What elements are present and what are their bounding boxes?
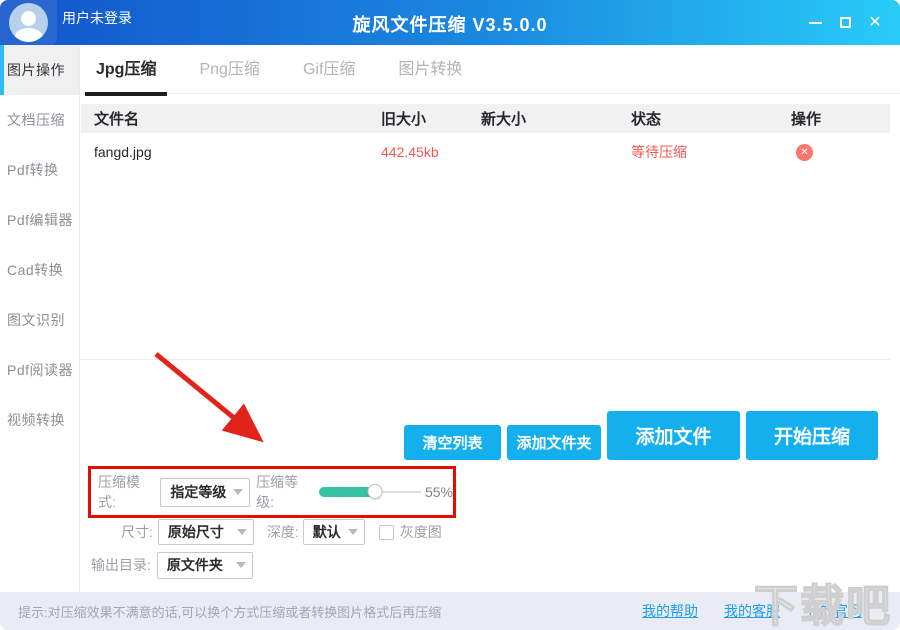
depth-label: 深度: — [267, 522, 299, 542]
compression-level-percent: 55% — [425, 484, 453, 500]
close-button[interactable]: ✕ — [860, 9, 890, 37]
output-dir-label: 输出目录: — [91, 555, 151, 575]
official-site-link[interactable]: 我的官网 — [806, 601, 862, 621]
annotation-highlight-box: 压缩模式: 指定等级 压缩等级: 55% — [88, 466, 456, 518]
output-dir-row: 输出目录: 原文件夹 — [88, 550, 253, 580]
chevron-down-icon — [348, 529, 358, 535]
status-tip: 提示:对压缩效果不满意的话,可以换个方式压缩或者转换图片格式后再压缩 — [18, 602, 441, 621]
minimize-button[interactable] — [800, 9, 830, 37]
compression-level-slider[interactable] — [319, 484, 421, 500]
help-link[interactable]: 我的帮助 — [642, 601, 698, 621]
sidebar-item-pdf-editor[interactable]: Pdf编辑器 — [0, 195, 79, 245]
customer-service-link[interactable]: 我的客服 — [724, 601, 780, 621]
sidebar-item-doc-compress[interactable]: 文档压缩 — [0, 95, 79, 145]
add-folder-button[interactable]: 添加文件夹 — [507, 425, 601, 460]
sidebar-item-pdf-reader[interactable]: Pdf阅读器 — [0, 345, 79, 395]
main-panel: Jpg压缩 Png压缩 Gif压缩 图片转换 文件名 旧大小 新大小 状态 操作… — [81, 45, 900, 592]
file-name: fangd.jpg — [81, 144, 381, 160]
column-header-old-size: 旧大小 — [381, 108, 481, 129]
depth-select[interactable]: 默认 — [303, 519, 365, 545]
minimize-icon — [809, 22, 822, 24]
sidebar-item-video-convert[interactable]: 视频转换 — [0, 395, 79, 445]
status-bar: 提示:对压缩效果不满意的话,可以换个方式压缩或者转换图片格式后再压缩 我的帮助 … — [0, 592, 900, 630]
table-empty-area — [81, 171, 890, 360]
window-title: 旋风文件压缩 V3.5.0.0 — [0, 11, 900, 37]
file-status: 等待压缩 — [631, 142, 791, 162]
size-label: 尺寸: — [121, 522, 153, 542]
status-links: 我的帮助 我的客服 我的官网 — [642, 601, 862, 621]
sidebar-item-label: 文档压缩 — [7, 110, 65, 130]
sidebar-item-ocr[interactable]: 图文识别 — [0, 295, 79, 345]
sidebar-item-label: Pdf阅读器 — [7, 360, 73, 380]
tab-image-convert[interactable]: 图片转换 — [393, 45, 467, 94]
add-file-button[interactable]: 添加文件 — [607, 411, 740, 460]
chevron-down-icon — [233, 489, 243, 495]
column-header-action: 操作 — [791, 108, 890, 129]
compression-mode-label: 压缩模式: — [98, 472, 155, 512]
tab-gif-compress[interactable]: Gif压缩 — [298, 45, 360, 94]
column-header-new-size: 新大小 — [481, 108, 631, 129]
file-table: 文件名 旧大小 新大小 状态 操作 fangd.jpg 442.45kb 等待压… — [81, 104, 890, 360]
maximize-button[interactable] — [830, 9, 860, 37]
depth-value: 默认 — [313, 522, 341, 542]
column-header-filename: 文件名 — [81, 108, 381, 129]
sidebar-item-label: Pdf编辑器 — [7, 210, 73, 230]
sidebar-item-label: Cad转换 — [7, 260, 63, 280]
sidebar-item-label: 图片操作 — [7, 60, 65, 80]
size-depth-row: 尺寸: 原始尺寸 深度: 默认 灰度图 — [88, 517, 442, 547]
compression-mode-select[interactable]: 指定等级 — [160, 478, 250, 507]
chevron-down-icon — [236, 562, 246, 568]
tab-jpg-compress[interactable]: Jpg压缩 — [91, 45, 161, 94]
grayscale-checkbox[interactable] — [379, 525, 394, 540]
table-row: fangd.jpg 442.45kb 等待压缩 ✕ — [81, 133, 890, 171]
delete-file-button[interactable]: ✕ — [796, 144, 813, 161]
sidebar-item-cad-convert[interactable]: Cad转换 — [0, 245, 79, 295]
clear-list-button[interactable]: 清空列表 — [404, 425, 501, 460]
maximize-icon — [840, 17, 851, 28]
output-dir-select[interactable]: 原文件夹 — [157, 552, 253, 579]
slider-thumb[interactable] — [368, 484, 383, 499]
sidebar-item-image-ops[interactable]: 图片操作 — [0, 45, 79, 95]
column-header-status: 状态 — [631, 108, 791, 129]
table-header-row: 文件名 旧大小 新大小 状态 操作 — [81, 104, 890, 133]
sidebar-item-label: 图文识别 — [7, 310, 65, 330]
app-window: 用户未登录 旋风文件压缩 V3.5.0.0 ✕ 图片操作 文档压缩 Pdf转换 … — [0, 0, 900, 630]
start-compress-button[interactable]: 开始压缩 — [746, 411, 878, 460]
size-value: 原始尺寸 — [168, 522, 224, 542]
sidebar: 图片操作 文档压缩 Pdf转换 Pdf编辑器 Cad转换 图文识别 Pdf阅读器… — [0, 45, 80, 592]
action-buttons: 清空列表 添加文件夹 添加文件 开始压缩 — [404, 411, 878, 460]
chevron-down-icon — [237, 529, 247, 535]
size-select[interactable]: 原始尺寸 — [158, 519, 254, 545]
compression-level-label: 压缩等级: — [256, 472, 313, 512]
sidebar-item-label: 视频转换 — [7, 410, 65, 430]
grayscale-label: 灰度图 — [400, 522, 442, 542]
close-icon: ✕ — [868, 15, 881, 31]
title-bar: 用户未登录 旋风文件压缩 V3.5.0.0 ✕ — [0, 0, 900, 45]
tab-png-compress[interactable]: Png压缩 — [194, 45, 264, 94]
tab-bar: Jpg压缩 Png压缩 Gif压缩 图片转换 — [81, 45, 900, 94]
output-dir-value: 原文件夹 — [167, 555, 223, 575]
window-controls: ✕ — [800, 0, 890, 45]
compression-mode-value: 指定等级 — [170, 482, 226, 502]
file-old-size: 442.45kb — [381, 144, 481, 160]
sidebar-item-label: Pdf转换 — [7, 160, 59, 180]
sidebar-item-pdf-convert[interactable]: Pdf转换 — [0, 145, 79, 195]
